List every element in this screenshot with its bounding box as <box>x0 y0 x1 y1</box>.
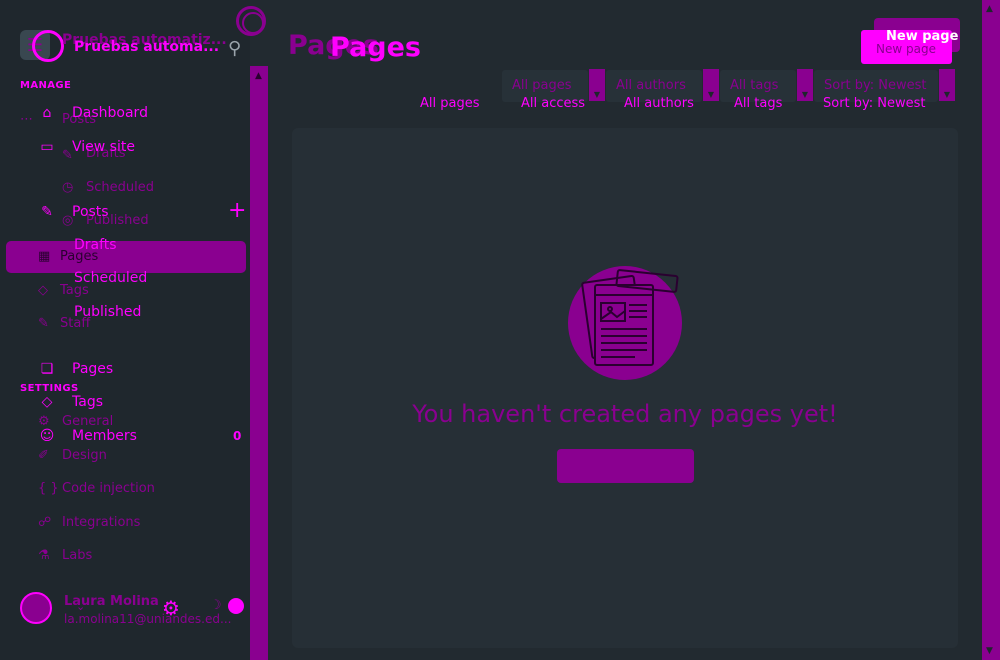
user-menu[interactable]: ⌄ Laura Molina la.molina11@uniandes.ed..… <box>20 590 250 634</box>
site-header[interactable]: ☰ Pruebas automatiz... Pruebas automa...… <box>20 24 250 64</box>
sidebar-subitem-scheduled[interactable]: Scheduled <box>74 270 147 286</box>
page-title: Pages <box>330 32 421 63</box>
pencil-square-icon: ✎ <box>41 204 53 220</box>
ghost-dots: ⋯ <box>20 112 33 127</box>
user-name: Laura Molina <box>64 594 159 609</box>
gear-icon[interactable]: ⚙ <box>162 596 180 620</box>
filter-author[interactable]: All authors <box>624 96 694 111</box>
filter-sort-ghost: Sort by: Newest <box>824 78 927 93</box>
ghost-labs-icon: ⚗ <box>38 548 50 563</box>
sidebar-item-label: Pages <box>72 361 114 377</box>
section-label-manage: MANAGE <box>20 80 72 91</box>
ghost-item-code-injection: Code injection <box>62 481 155 496</box>
scroll-down-icon[interactable]: ▼ <box>986 646 993 656</box>
empty-state-panel <box>292 128 958 648</box>
ghost-item-labs: Labs <box>62 548 93 563</box>
ghost-staff-icon: ✎ <box>38 316 49 331</box>
scroll-up-icon[interactable]: ▲ <box>255 71 262 81</box>
pages-icon: ❏ <box>40 361 54 377</box>
empty-pages-icon <box>568 266 682 380</box>
filter-dropdown-arrow-icon[interactable]: ▼ <box>589 69 605 101</box>
filter-dropdown-arrow-icon[interactable]: ▼ <box>703 69 719 101</box>
moon-icon: ☽ <box>210 598 222 613</box>
filter-dropdown-arrow-icon[interactable]: ▼ <box>797 69 813 101</box>
sidebar-subitem-published[interactable]: Published <box>74 304 141 320</box>
ghost-item-design: Design <box>62 448 107 463</box>
house-icon: ⌂ <box>42 105 52 121</box>
sidebar-scrollbar[interactable]: ▲ <box>250 66 268 660</box>
ghost-pages-icon: ▦ <box>38 249 51 264</box>
ghost-integrations-icon: ☍ <box>38 515 52 530</box>
sidebar-item-view-site[interactable]: ▭ View site <box>38 136 135 158</box>
page-scrollbar[interactable]: ▲ ▼ <box>982 0 1000 660</box>
filter-sort[interactable]: Sort by: Newest <box>823 96 926 111</box>
dark-mode-toggle[interactable] <box>228 598 244 614</box>
filter-tag[interactable]: All tags <box>734 96 782 111</box>
sidebar-item-label: Dashboard <box>72 105 148 121</box>
filter-dropdown-arrow-icon[interactable]: ▼ <box>939 69 955 101</box>
sidebar-item-label: Tags <box>72 394 103 410</box>
sidebar-item-dashboard[interactable]: ⌂ Dashboard <box>38 102 148 124</box>
filter-access[interactable]: All access <box>521 96 585 111</box>
sidebar-item-label: Members <box>72 428 137 444</box>
members-count-badge: 0 <box>233 429 242 443</box>
new-post-plus-icon[interactable]: + <box>228 198 246 223</box>
sidebar-item-members[interactable]: ☺ Members <box>38 425 137 447</box>
avatar[interactable] <box>20 592 52 624</box>
filter-type-ghost: All pages <box>512 78 572 93</box>
ghost-code-icon: { } <box>38 481 59 496</box>
empty-state-message: You haven't created any pages yet! <box>412 400 838 428</box>
filter-tag-ghost: All tags <box>730 78 779 93</box>
sidebar-item-label: Posts <box>72 204 109 220</box>
sidebar-subitem-drafts[interactable]: Drafts <box>74 237 117 253</box>
user-email: la.molina11@uniandes.ed... <box>64 612 232 626</box>
ghost-tag-icon: ◇ <box>38 283 48 298</box>
new-page-button-ghost-label: New page <box>876 42 936 56</box>
ghost-item-scheduled: Scheduled <box>86 180 154 195</box>
ghost-clock-icon: ◷ <box>62 180 74 195</box>
scroll-up-icon[interactable]: ▲ <box>986 4 993 14</box>
sidebar-item-pages[interactable]: ❏ Pages <box>38 358 113 380</box>
filter-author-ghost: All authors <box>616 78 686 93</box>
site-logo-ring <box>32 30 64 62</box>
window-icon: ▭ <box>40 139 54 155</box>
ghost-item-integrations: Integrations <box>62 515 141 530</box>
create-page-button[interactable] <box>557 449 694 483</box>
ghost-brush-icon: ✐ <box>38 448 49 463</box>
sidebar-item-posts[interactable]: ✎ Posts <box>38 201 109 223</box>
sidebar-item-label: View site <box>72 139 135 155</box>
site-title[interactable]: Pruebas automa... <box>74 39 219 55</box>
sidebar-item-tags[interactable]: ◇ Tags <box>38 391 103 413</box>
sidebar: ☰ Pruebas automatiz... Pruebas automa...… <box>0 0 250 660</box>
top-ring-icon <box>236 6 266 36</box>
members-icon: ☺ <box>39 428 55 444</box>
search-icon[interactable]: ⚲ <box>228 38 248 59</box>
tag-icon: ◇ <box>41 394 53 410</box>
filter-type[interactable]: All pages <box>420 96 480 111</box>
